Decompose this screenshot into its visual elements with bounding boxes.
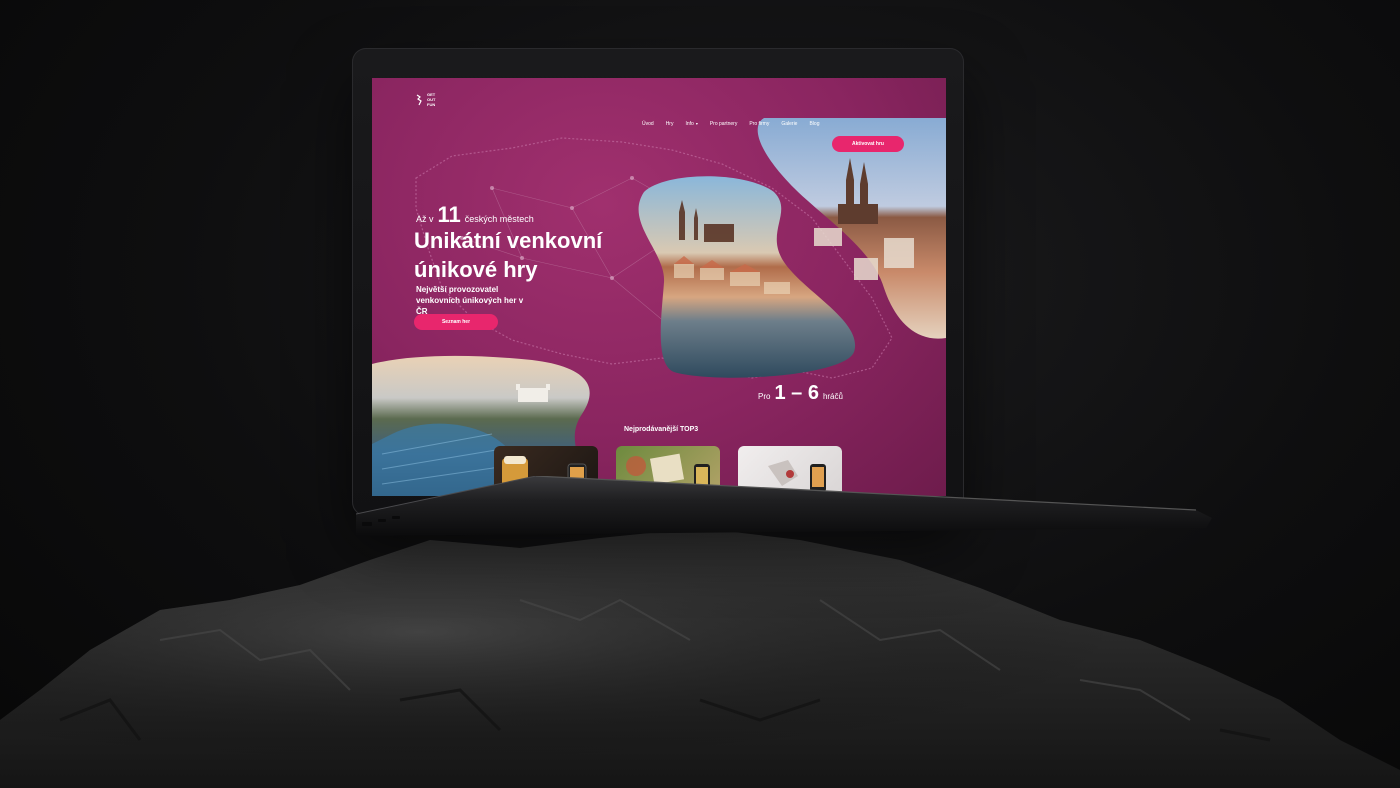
- nav-item-blog[interactable]: Blog: [809, 118, 819, 130]
- laptop-screen: GET OUT FUN Úvod Hry Info ▾ Pro partnery …: [372, 78, 946, 496]
- top3-section-title: Nejprodávanější TOP3: [624, 426, 699, 433]
- nav-item-info-label: Info: [685, 121, 694, 127]
- logo-text: GET OUT FUN: [427, 92, 443, 107]
- site-logo[interactable]: GET OUT FUN: [416, 92, 443, 114]
- brno-photo-blob: [757, 118, 946, 339]
- hero-city-count: 11: [437, 202, 461, 227]
- nav-item-hry[interactable]: Hry: [666, 118, 674, 130]
- logo-mark-icon: [416, 94, 422, 106]
- hero-title: Unikátní venkovní únikové hry: [414, 228, 603, 282]
- nav-item-pro-partnery[interactable]: Pro partnery: [710, 118, 738, 130]
- nav-item-pro-firmy[interactable]: Pro firmy: [749, 118, 769, 130]
- players-prefix: Pro: [758, 392, 771, 401]
- players-range: 1 – 6: [774, 382, 819, 404]
- nav-item-galerie[interactable]: Galerie: [781, 118, 797, 130]
- hero-pre-text: Až v: [416, 214, 434, 224]
- laptop-base: [356, 476, 1212, 536]
- usb-c-port: [378, 519, 386, 522]
- players-info: Pro 1 – 6 hráčů: [758, 382, 843, 405]
- players-suffix: hráčů: [822, 392, 843, 401]
- usb-port: [362, 522, 372, 526]
- hero-pretitle: Až v 11 českých městech: [416, 204, 534, 226]
- hero-pre-suffix: českých městech: [464, 214, 534, 224]
- mockup-scene: GET OUT FUN Úvod Hry Info ▾ Pro partnery …: [0, 0, 1400, 788]
- nav-item-info[interactable]: Info ▾: [685, 118, 697, 130]
- game-list-button[interactable]: Seznam her: [414, 314, 498, 330]
- chevron-down-icon: ▾: [695, 121, 698, 126]
- logo-line-3: FUN: [427, 102, 436, 107]
- hero-subtitle: Největší provozovatel venkovních únikový…: [416, 285, 524, 316]
- main-nav: Úvod Hry Info ▾ Pro partnery Pro firmy Ga…: [642, 118, 819, 130]
- activate-game-button[interactable]: Aktivovat hru: [832, 136, 904, 152]
- nav-item-uvod[interactable]: Úvod: [642, 118, 654, 130]
- hdmi-port: [392, 516, 400, 519]
